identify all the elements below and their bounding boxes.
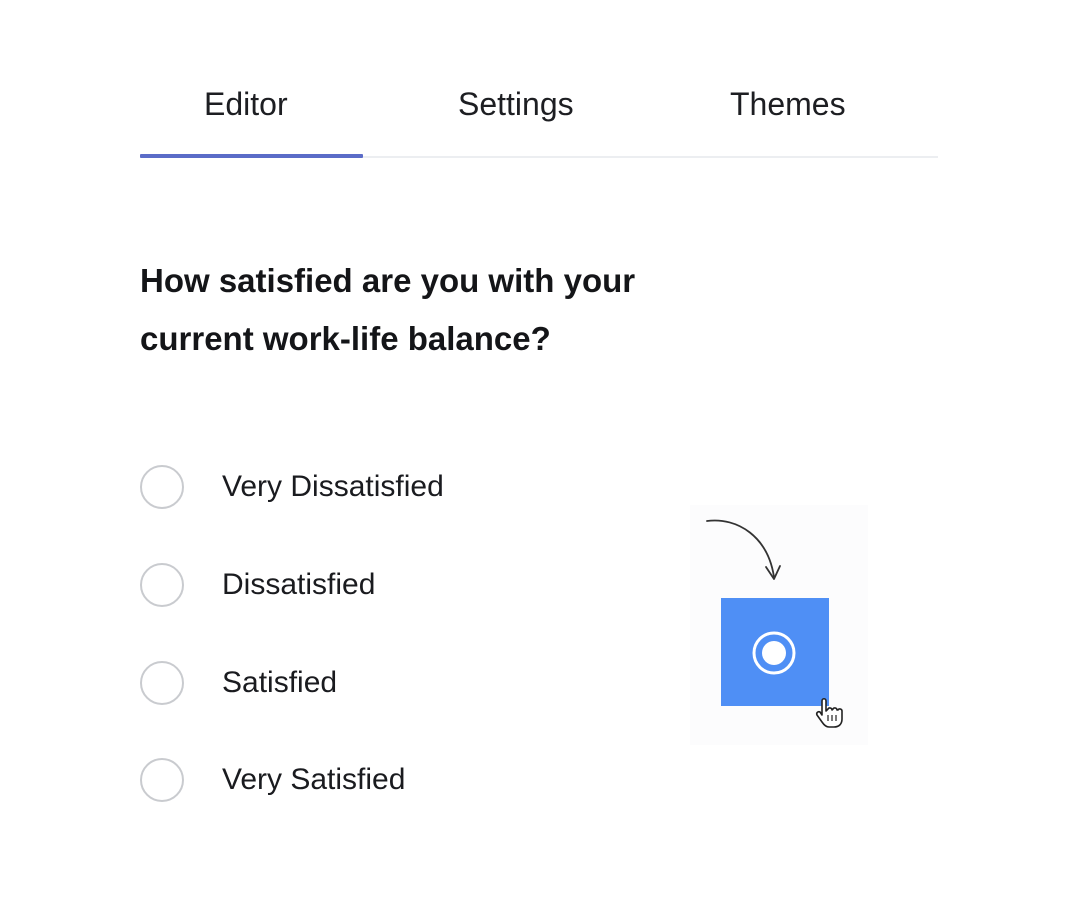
option-dissatisfied[interactable]: Dissatisfied [140, 563, 560, 611]
radio-block-illustration [690, 505, 868, 745]
radio-button[interactable] [140, 758, 184, 802]
curved-arrow-icon [706, 519, 781, 580]
radio-block-icon [721, 598, 829, 706]
tab-editor[interactable]: Editor [204, 84, 288, 124]
tab-themes[interactable]: Themes [730, 84, 846, 124]
option-very-dissatisfied[interactable]: Very Dissatisfied [140, 465, 560, 513]
option-satisfied[interactable]: Satisfied [140, 661, 560, 709]
question-line-1: How satisfied are you with your [140, 262, 636, 299]
radio-button[interactable] [140, 563, 184, 607]
tab-bar: Editor Settings Themes [140, 70, 938, 158]
option-label: Very Dissatisfied [222, 470, 444, 503]
radio-button[interactable] [140, 465, 184, 509]
option-label: Satisfied [222, 666, 338, 699]
active-tab-indicator [140, 154, 363, 158]
radio-button[interactable] [140, 661, 184, 705]
question-line-2: current work-life balance? [140, 320, 551, 357]
option-very-satisfied[interactable]: Very Satisfied [140, 758, 560, 806]
question-title: How satisfied are you with your current … [140, 252, 700, 368]
option-label: Very Satisfied [222, 763, 406, 796]
tab-settings[interactable]: Settings [458, 84, 574, 124]
option-label: Dissatisfied [222, 568, 376, 601]
